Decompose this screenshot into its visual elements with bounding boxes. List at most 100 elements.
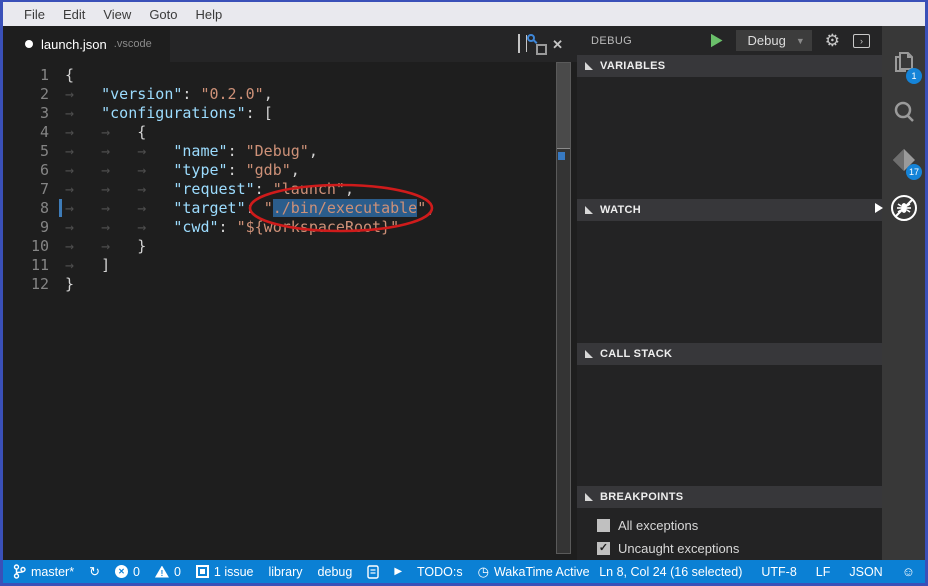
status-1-issue[interactable]: 1 issue <box>196 565 254 579</box>
status-file[interactable] <box>367 565 379 579</box>
code-token: , <box>426 199 435 217</box>
code-token: "target" <box>173 199 245 217</box>
status-library[interactable]: library <box>269 565 303 579</box>
configure-gear-icon[interactable]: ⚙ <box>825 32 840 49</box>
status-utf-8[interactable]: UTF-8 <box>761 565 796 579</box>
menu-item-view[interactable]: View <box>94 7 140 22</box>
code-editor[interactable]: 1{2→ "version": "0.2.0",3→ "configuratio… <box>3 62 577 560</box>
code-text: → "configurations": [ <box>49 104 273 123</box>
status-label: Ln 8, Col 24 (16 selected) <box>599 565 742 579</box>
status-label: master* <box>31 565 74 579</box>
section-header-callstack[interactable]: CALL STACK <box>577 343 882 365</box>
debug-console-icon[interactable]: › <box>853 34 870 48</box>
code-token: { <box>137 123 146 141</box>
status-json[interactable]: JSON <box>849 565 882 579</box>
code-line[interactable]: 3→ "configurations": [ <box>3 104 577 123</box>
code-token: : <box>246 104 264 122</box>
line-number: 1 <box>3 66 49 85</box>
section-label: VARIABLES <box>600 60 665 72</box>
status-smiley[interactable]: ☺ <box>902 565 915 578</box>
code-line[interactable]: 2→ "version": "0.2.0", <box>3 85 577 104</box>
status-sync[interactable]: ↻ <box>89 565 100 578</box>
code-token: "Debug" <box>246 142 309 160</box>
tab-whitespace-icon: → <box>65 199 101 217</box>
code-token: : <box>228 161 246 179</box>
editor-scrollbar[interactable] <box>556 62 571 554</box>
status-lf[interactable]: LF <box>816 565 831 579</box>
status-label: 0 <box>133 565 140 579</box>
tab-whitespace-icon: → <box>65 142 101 160</box>
status-label: 1 issue <box>214 565 254 579</box>
sidebar-item-explorer[interactable]: 1 <box>882 40 925 88</box>
status-debug[interactable]: debug <box>318 565 353 579</box>
sidebar-item-search[interactable] <box>882 88 925 136</box>
code-line[interactable]: 1{ <box>3 66 577 85</box>
code-line[interactable]: 7→ → → "request": "launch", <box>3 180 577 199</box>
code-line[interactable]: 5→ → → "name": "Debug", <box>3 142 577 161</box>
issues-icon <box>196 565 209 578</box>
code-token: : <box>255 180 273 198</box>
status-bar: master* ↻ ✕0 !0 1 issue library debug ▶ TODO:s ◷W… <box>3 560 925 583</box>
tab-whitespace-icon: → <box>101 142 137 160</box>
code-text: → → } <box>49 237 146 256</box>
debug-config-dropdown[interactable]: Debug ▼ <box>736 30 812 51</box>
split-editor-icon[interactable] <box>518 35 520 53</box>
status-label: library <box>269 565 303 579</box>
chevron-down-icon: ▼ <box>796 36 805 46</box>
status-ln-8-col-24-16-selected[interactable]: Ln 8, Col 24 (16 selected) <box>599 565 742 579</box>
scrollbar-thumb[interactable] <box>557 63 570 149</box>
code-line[interactable]: 9→ → → "cwd": "${workspaceRoot}" <box>3 218 577 237</box>
menu-item-help[interactable]: Help <box>187 7 232 22</box>
code-token: , <box>309 142 318 160</box>
status-todo-s[interactable]: TODO:s <box>417 565 463 579</box>
menu-item-goto[interactable]: Goto <box>140 7 186 22</box>
status-label: TODO:s <box>417 565 463 579</box>
close-icon[interactable]: ✕ <box>552 38 563 51</box>
section-header-variables[interactable]: VARIABLES <box>577 55 882 77</box>
checkbox-all-exceptions[interactable] <box>597 519 610 532</box>
code-line[interactable]: 8→ → → "target": "./bin/executable", <box>3 199 577 218</box>
status-label: 0 <box>174 565 181 579</box>
code-line[interactable]: 11→ ] <box>3 256 577 275</box>
editor-region: launch.json .vscode ✕ 1{2→ "version": "0… <box>3 26 577 560</box>
search-icon <box>891 99 917 125</box>
breakpoint-row: ✓Uncaught exceptions <box>597 537 882 560</box>
code-text: → → → "target": "./bin/executable", <box>49 199 435 218</box>
status-play[interactable]: ▶ <box>394 567 402 577</box>
section-content-callstack <box>577 365 882 486</box>
code-token: "gdb" <box>246 161 291 179</box>
status-master[interactable]: master* <box>13 564 74 579</box>
code-token: , <box>345 180 354 198</box>
tab-whitespace-icon: → <box>65 161 101 179</box>
sidebar-item-debug[interactable] <box>882 184 925 232</box>
status-wakatime-active[interactable]: ◷WakaTime Active <box>478 565 590 579</box>
debug-config-value: Debug <box>748 33 786 48</box>
tab-whitespace-icon: → <box>101 161 137 179</box>
checkbox-uncaught-exceptions[interactable]: ✓ <box>597 542 610 555</box>
code-line[interactable]: 6→ → → "type": "gdb", <box>3 161 577 180</box>
code-token: " <box>417 199 426 217</box>
sidebar-item-source-control[interactable]: 17 <box>882 136 925 184</box>
menu-item-file[interactable]: File <box>15 7 54 22</box>
explorer-badge: 1 <box>906 68 922 84</box>
editor-tab-bar: launch.json .vscode ✕ <box>3 26 577 62</box>
status-0[interactable]: ✕0 <box>115 565 140 579</box>
start-debug-icon[interactable] <box>711 34 723 48</box>
code-line[interactable]: 4→ → { <box>3 123 577 142</box>
activity-bar: 1 17 <box>882 26 925 560</box>
code-token: "configurations" <box>101 104 246 122</box>
code-line[interactable]: 10→ → } <box>3 237 577 256</box>
run-icon: ▶ <box>394 567 402 577</box>
code-token: "launch" <box>273 180 345 198</box>
code-token: ] <box>101 256 110 274</box>
tab-whitespace-icon: → <box>65 104 101 122</box>
collapse-icon <box>585 350 593 358</box>
status-0[interactable]: !0 <box>155 565 181 579</box>
tab-launch-json[interactable]: launch.json .vscode <box>3 26 170 62</box>
code-line[interactable]: 12} <box>3 275 577 294</box>
section-content-variables <box>577 77 882 199</box>
menu-item-edit[interactable]: Edit <box>54 7 94 22</box>
section-header-breakpoints[interactable]: BREAKPOINTS <box>577 486 882 508</box>
breakpoint-label: All exceptions <box>618 518 698 533</box>
section-header-watch[interactable]: WATCH <box>577 199 882 221</box>
